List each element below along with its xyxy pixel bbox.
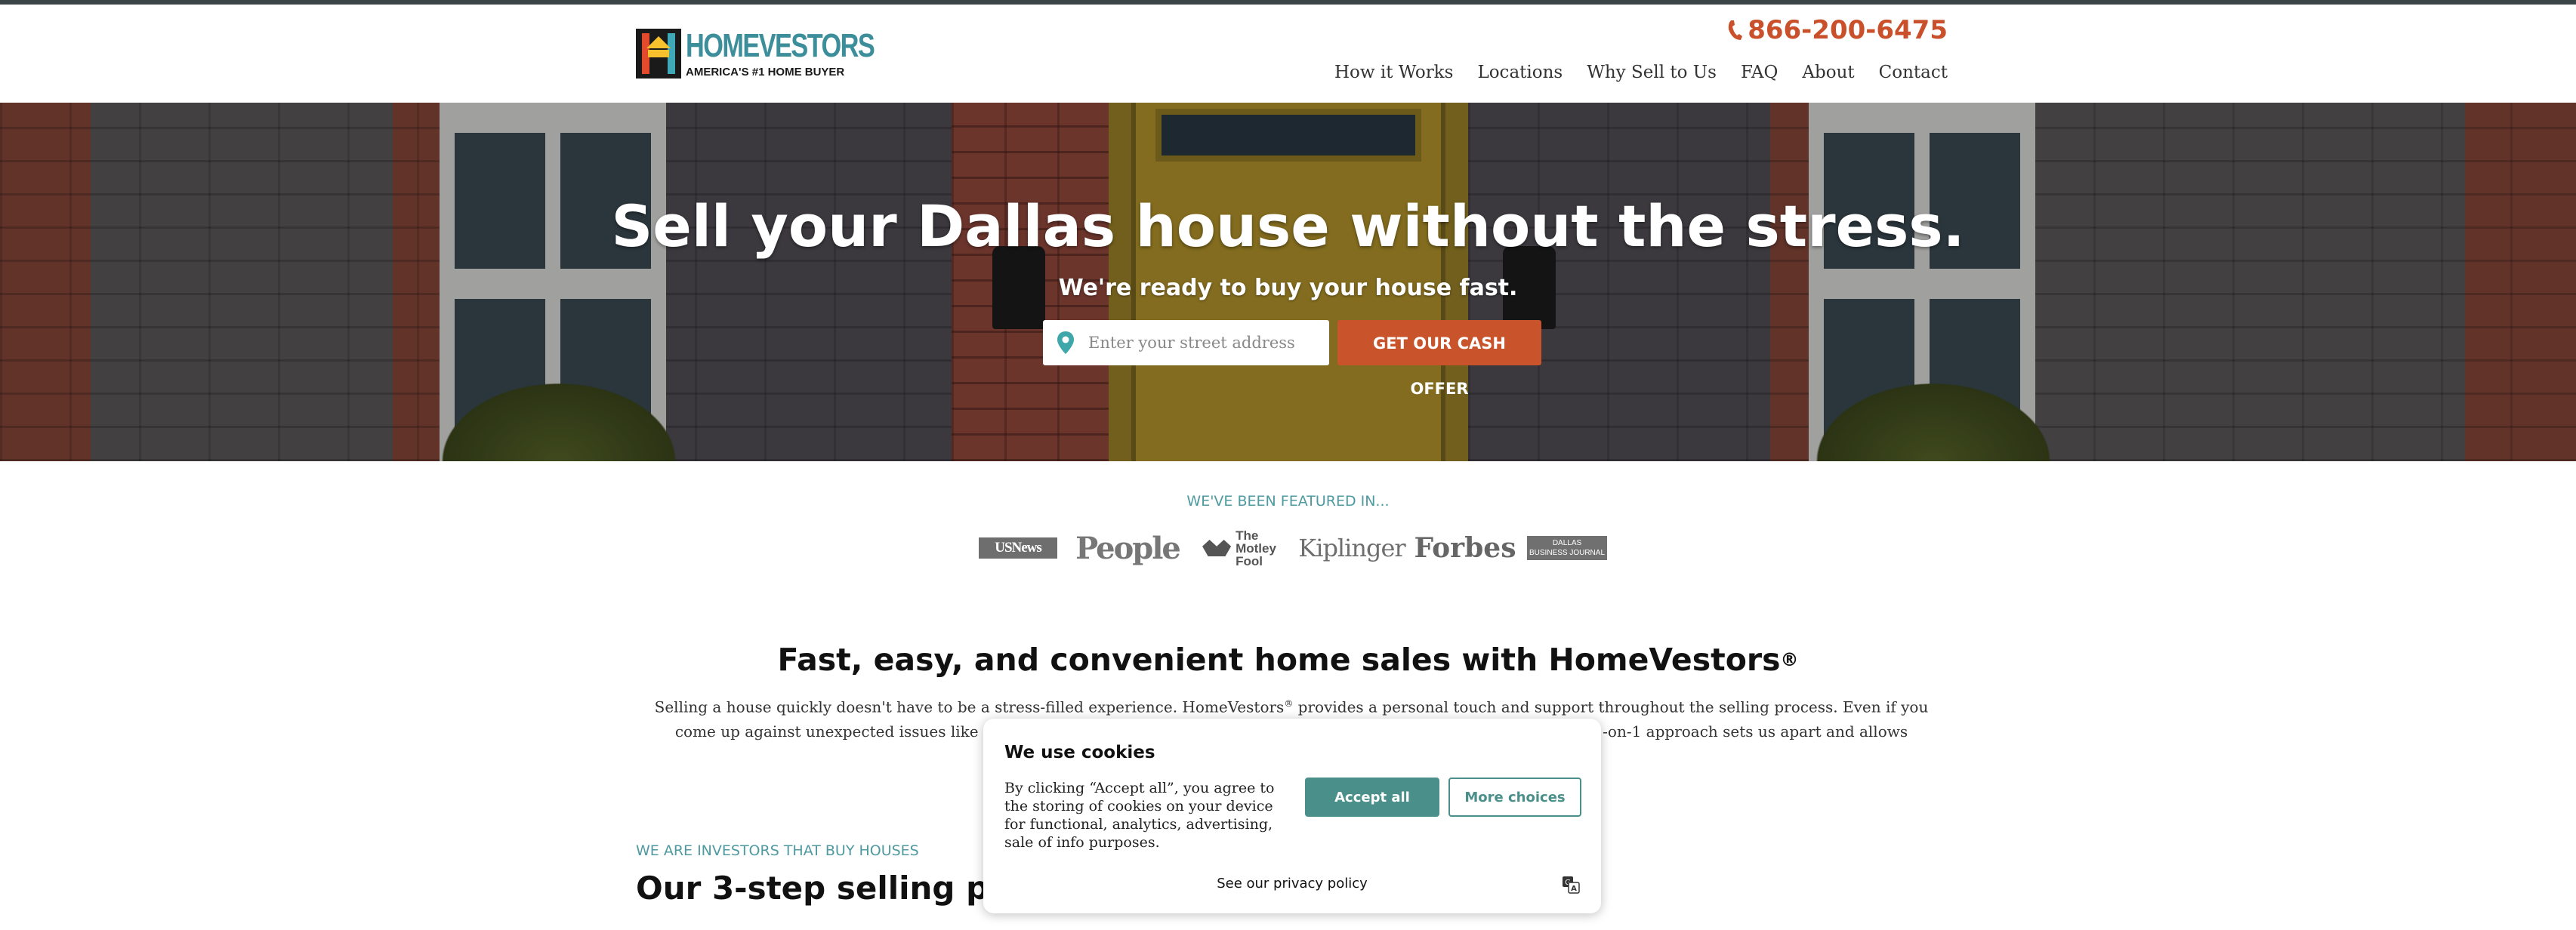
nav-why-sell[interactable]: Why Sell to Us <box>1587 60 1717 85</box>
logo-name: HOMEVESTORS <box>686 27 875 64</box>
location-pin-icon <box>1057 331 1074 354</box>
phone-number: 866-200-6475 <box>1748 15 1948 45</box>
featured-label: WE'VE BEEN FEATURED IN... <box>1186 493 1390 510</box>
people-logo: People <box>1075 530 1181 566</box>
motley-fool-logo: The Motley Fool <box>1198 525 1281 571</box>
section-title: Fast, easy, and convenient home sales wi… <box>777 642 1799 678</box>
phone-icon <box>1729 20 1743 40</box>
jester-icon <box>1202 540 1232 556</box>
kiplinger-logo: Kiplinger <box>1298 534 1405 562</box>
dallas-business-journal-logo: DALLAS BUSINESS JOURNAL <box>1527 525 1607 571</box>
cookie-title: We use cookies <box>1004 743 1155 762</box>
hero-title: Sell your Dallas house without the stres… <box>611 192 1965 260</box>
more-choices-button[interactable]: More choices <box>1448 778 1581 817</box>
logo-tagline: AMERICA'S #1 HOME BUYER <box>686 66 845 79</box>
logo-mark-icon <box>636 29 681 79</box>
translate-icon[interactable]: G A <box>1562 876 1580 894</box>
forbes-logo: Forbes <box>1414 532 1516 564</box>
nav-how-it-works[interactable]: How it Works <box>1334 60 1453 85</box>
media-logos: USNews People The Motley Fool Kiplinger … <box>974 525 1609 571</box>
address-field[interactable] <box>1043 320 1329 365</box>
cookie-text: By clicking “Accept all”, you agree to t… <box>1004 780 1275 851</box>
usnews-logo: USNews <box>979 525 1057 571</box>
nav-about[interactable]: About <box>1802 60 1854 85</box>
hero-banner: Sell your Dallas house without the stres… <box>0 103 2576 461</box>
nav-locations[interactable]: Locations <box>1477 60 1563 85</box>
privacy-policy-link[interactable]: See our privacy policy <box>983 874 1601 894</box>
nav-contact[interactable]: Contact <box>1879 60 1948 85</box>
cookie-banner: We use cookies By clicking “Accept all”,… <box>983 719 1601 913</box>
nav-faq[interactable]: FAQ <box>1741 60 1778 85</box>
phone-link[interactable]: 866-200-6475 <box>1726 12 1948 48</box>
homevestors-logo[interactable]: HOMEVESTORS AMERICA'S #1 HOME BUYER <box>636 27 875 83</box>
steps-eyebrow: WE ARE INVESTORS THAT BUY HOUSES <box>636 842 919 859</box>
get-cash-offer-button[interactable]: GET OUR CASH OFFER <box>1337 320 1541 398</box>
site-header: HOMEVESTORS AMERICA'S #1 HOME BUYER 866-… <box>0 5 2576 103</box>
address-input[interactable] <box>1088 320 1322 365</box>
main-nav: How it Works Locations Why Sell to Us FA… <box>1334 60 1948 85</box>
hero-subtitle: We're ready to buy your house fast. <box>1058 275 1518 301</box>
svg-text:A: A <box>1571 885 1577 893</box>
accept-all-button[interactable]: Accept all <box>1305 778 1439 817</box>
